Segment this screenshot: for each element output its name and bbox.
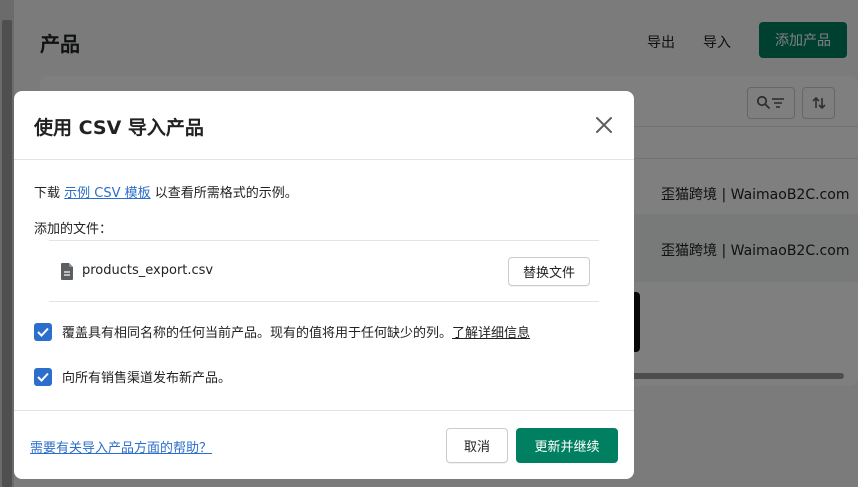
checkmark-icon: [37, 327, 49, 337]
checkmark-icon: [37, 372, 49, 382]
help-link[interactable]: 需要有关导入产品方面的帮助？: [30, 437, 212, 456]
file-icon: [61, 263, 73, 280]
file-name: products_export.csv: [82, 263, 214, 278]
learn-more-link[interactable]: 了解详细信息: [452, 322, 530, 341]
template-link[interactable]: 示例 CSV 模板: [64, 186, 151, 201]
replace-file-button[interactable]: 替换文件: [508, 257, 590, 286]
download-suffix: 以查看所需格式的示例。: [154, 186, 298, 201]
publish-checkbox[interactable]: [34, 367, 52, 386]
overwrite-label: 覆盖具有相同名称的任何当前产品。现有的值将用于任何缺少的列。: [62, 326, 453, 341]
files-label: 添加的文件：: [34, 222, 113, 237]
cancel-button[interactable]: 取消: [446, 428, 508, 463]
modal-body: 下载 示例 CSV 模板 以查看所需格式的示例。 添加的文件： products…: [14, 160, 634, 410]
publish-option: 向所有销售渠道发布新产品。: [34, 367, 231, 386]
import-modal: 使用 CSV 导入产品 下载 示例 CSV 模板 以查看所需格式的示例。 添加的…: [14, 91, 634, 479]
publish-label: 向所有销售渠道发布新产品。: [62, 371, 232, 386]
close-button[interactable]: [590, 111, 618, 139]
file-item: products_export.csv 替换文件: [49, 240, 599, 302]
download-prefix: 下载: [34, 186, 61, 201]
close-icon: [596, 117, 612, 133]
modal-footer: 需要有关导入产品方面的帮助？ 取消 更新并继续: [14, 410, 634, 479]
modal-title: 使用 CSV 导入产品: [34, 117, 204, 139]
download-instructions: 下载 示例 CSV 模板 以查看所需格式的示例。: [34, 182, 298, 201]
overwrite-option: 覆盖具有相同名称的任何当前产品。现有的值将用于任何缺少的列。 了解详细信息: [34, 322, 530, 341]
update-continue-button[interactable]: 更新并继续: [516, 428, 618, 463]
modal-header: 使用 CSV 导入产品: [14, 91, 634, 160]
overwrite-checkbox[interactable]: [34, 322, 52, 341]
page: 产品 导出 导入 添加产品 歪猫跨境 | WaimaoB2C.com 歪猫跨境 …: [0, 0, 858, 487]
